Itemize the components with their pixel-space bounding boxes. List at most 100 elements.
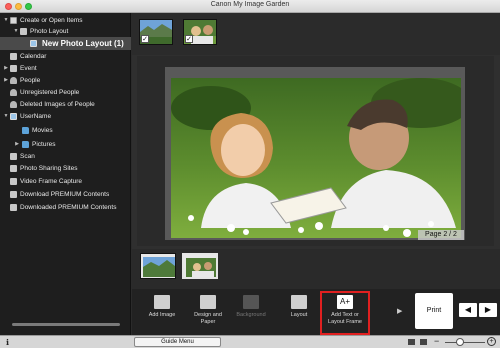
zoom-slider[interactable] bbox=[445, 342, 485, 343]
chevron-right-icon[interactable]: ▶ bbox=[14, 139, 20, 150]
zoom-slider-handle[interactable] bbox=[456, 338, 464, 346]
layout-photo-frame[interactable] bbox=[171, 78, 461, 238]
sidebar-item-label: Movies bbox=[32, 127, 53, 134]
unregistered-people-icon bbox=[10, 89, 17, 96]
sidebar-item-pictures[interactable]: ▶ Pictures bbox=[0, 139, 131, 150]
folder-icon bbox=[22, 141, 29, 148]
background-button[interactable]: Background bbox=[229, 295, 273, 319]
sidebar-item-label: People bbox=[20, 77, 41, 84]
image-thumbnail-strip: ✓ ✓ bbox=[132, 13, 500, 55]
computer-icon bbox=[10, 113, 17, 120]
highlight-box bbox=[320, 291, 370, 335]
sidebar-item-username[interactable]: ▼ UserName bbox=[0, 111, 131, 122]
button-label: Background bbox=[236, 312, 266, 318]
sidebar-item-photo-sharing-sites[interactable]: Photo Sharing Sites bbox=[0, 163, 131, 174]
layout-item-icon bbox=[30, 40, 37, 47]
add-image-icon bbox=[154, 295, 170, 309]
button-label: Design and Paper bbox=[194, 312, 222, 325]
people-icon bbox=[10, 77, 17, 84]
image-thumbnail[interactable]: ✓ bbox=[183, 19, 217, 45]
sidebar-item-label: Calendar bbox=[20, 53, 47, 60]
page-indicator: Page 2 / 2 bbox=[418, 230, 464, 240]
info-icon[interactable]: ℹ bbox=[6, 338, 9, 347]
button-label: Add Image bbox=[148, 312, 176, 318]
page-thumbnail[interactable] bbox=[140, 253, 176, 279]
video-capture-icon bbox=[10, 178, 17, 185]
chevron-right-icon[interactable]: ▶ bbox=[3, 75, 9, 86]
sidebar-item-label: Video Frame Capture bbox=[20, 178, 83, 185]
sidebar-item-photo-layout[interactable]: ▼ Photo Layout bbox=[0, 26, 131, 37]
sidebar-item-download-premium-contents[interactable]: Download PREMIUM Contents bbox=[0, 189, 131, 200]
chevron-down-icon[interactable]: ▼ bbox=[13, 26, 19, 37]
sidebar-item-label: Download PREMIUM Contents bbox=[20, 191, 110, 198]
folder-icon bbox=[22, 127, 29, 134]
photo-layout-icon bbox=[20, 28, 27, 35]
window-title: Canon My Image Garden bbox=[210, 1, 290, 8]
sidebar-item-label: Scan bbox=[20, 153, 35, 160]
sidebar-item-create-or-open-items[interactable]: ▼ Create or Open Items bbox=[0, 15, 131, 26]
sidebar-item-deleted-images-of-people[interactable]: Deleted Images of People bbox=[0, 99, 131, 110]
page-thumbnail-strip bbox=[132, 249, 500, 289]
selection-checkbox[interactable]: ✓ bbox=[185, 35, 193, 43]
sidebar-item-label: UserName bbox=[20, 113, 52, 120]
add-image-button[interactable]: Add Image bbox=[140, 295, 184, 319]
zoom-out-icon[interactable]: − bbox=[434, 336, 439, 346]
sidebar-item-label: Unregistered People bbox=[20, 89, 80, 96]
design-paper-icon bbox=[200, 295, 216, 309]
deleted-people-icon bbox=[10, 101, 17, 108]
event-icon bbox=[10, 65, 17, 72]
sidebar-item-downloaded-premium-contents[interactable]: Downloaded PREMIUM Contents bbox=[0, 202, 131, 213]
chevron-right-icon[interactable]: ▶ bbox=[397, 307, 402, 315]
layout-page: Page 2 / 2 bbox=[165, 67, 465, 240]
sidebar-item-label: New Photo Layout (1) bbox=[42, 39, 124, 48]
sidebar-item-event[interactable]: ▶ Event bbox=[0, 63, 131, 74]
sidebar-item-new-photo-layout[interactable]: New Photo Layout (1) bbox=[0, 37, 131, 50]
sidebar-item-video-frame-capture[interactable]: Video Frame Capture bbox=[0, 176, 131, 187]
sidebar-item-movies[interactable]: Movies bbox=[0, 125, 131, 136]
design-and-paper-button[interactable]: Design and Paper bbox=[186, 295, 230, 326]
background-icon bbox=[243, 295, 259, 309]
sidebar: ▼ Create or Open Items ▼ Photo Layout Ne… bbox=[0, 13, 131, 335]
sidebar-scrollbar[interactable] bbox=[12, 323, 120, 326]
sidebar-item-label: Create or Open Items bbox=[20, 17, 83, 24]
view-mode-icon[interactable] bbox=[408, 339, 415, 345]
layout-preview: Page 2 / 2 bbox=[137, 56, 500, 288]
layout-button[interactable]: Layout bbox=[277, 295, 321, 319]
title-bar: Canon My Image Garden bbox=[0, 0, 500, 13]
sidebar-item-scan[interactable]: Scan bbox=[0, 151, 131, 162]
downloaded-icon bbox=[10, 204, 17, 211]
scan-icon bbox=[10, 153, 17, 160]
chevron-right-icon[interactable]: ▶ bbox=[3, 63, 9, 74]
selection-checkbox[interactable]: ✓ bbox=[141, 35, 149, 43]
sidebar-item-label: Photo Layout bbox=[30, 28, 69, 35]
sidebar-item-label: Pictures bbox=[32, 141, 56, 148]
chevron-down-icon[interactable]: ▼ bbox=[3, 15, 9, 26]
sidebar-item-people[interactable]: ▶ People bbox=[0, 75, 131, 86]
calendar-icon bbox=[10, 53, 17, 60]
guide-menu-button[interactable]: Guide Menu bbox=[134, 337, 221, 347]
main-area: ✓ ✓ Page 2 / 2 Add Image Design and Pape… bbox=[132, 13, 500, 335]
sidebar-item-label: Photo Sharing Sites bbox=[20, 165, 78, 172]
layout-icon bbox=[291, 295, 307, 309]
previous-button[interactable]: ◀ bbox=[459, 303, 477, 317]
status-bar: ℹ Guide Menu − + bbox=[0, 335, 500, 348]
sidebar-item-label: Event bbox=[20, 65, 37, 72]
family-photo-image bbox=[171, 78, 461, 238]
sidebar-item-label: Downloaded PREMIUM Contents bbox=[20, 204, 117, 211]
sidebar-item-label: Deleted Images of People bbox=[20, 101, 95, 108]
zoom-in-icon[interactable]: + bbox=[487, 337, 496, 346]
next-button[interactable]: ▶ bbox=[479, 303, 497, 317]
button-label: Layout bbox=[290, 312, 308, 318]
landscape-image bbox=[141, 254, 175, 278]
family-photo-image bbox=[184, 255, 216, 277]
create-items-icon bbox=[10, 17, 17, 24]
sharing-icon bbox=[10, 165, 17, 172]
bottom-toolbar: Add Image Design and Paper Background La… bbox=[132, 289, 500, 335]
image-thumbnail[interactable]: ✓ bbox=[139, 19, 173, 45]
sidebar-item-unregistered-people[interactable]: Unregistered People bbox=[0, 87, 131, 98]
page-thumbnail-selected[interactable] bbox=[182, 253, 218, 279]
chevron-down-icon[interactable]: ▼ bbox=[3, 111, 9, 122]
print-button[interactable]: Print bbox=[415, 293, 453, 329]
grid-view-icon[interactable] bbox=[420, 339, 427, 345]
sidebar-item-calendar[interactable]: Calendar bbox=[0, 51, 131, 62]
